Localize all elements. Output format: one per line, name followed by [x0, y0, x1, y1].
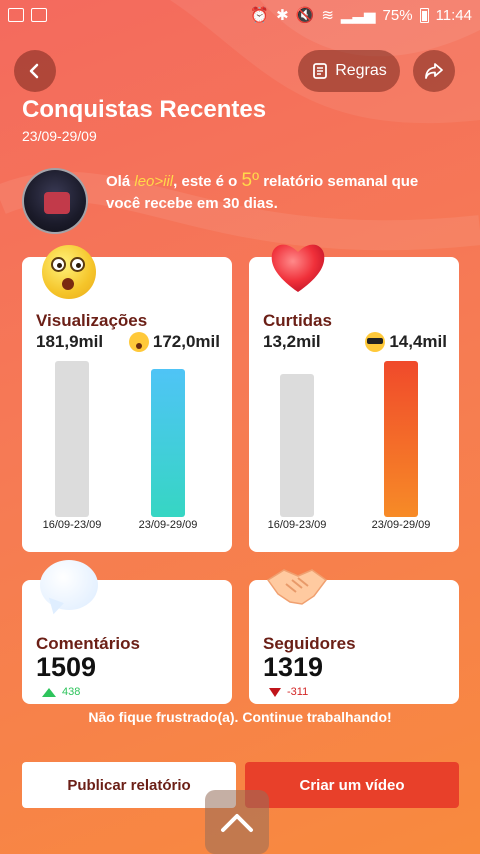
page-title: Conquistas Recentes: [22, 96, 267, 123]
date-range: 23/09-29/09: [22, 128, 97, 144]
avatar[interactable]: [22, 168, 88, 234]
status-bar: ⏰ ✱ 🔇 ≋ ▂▃▅ 75% 11:44: [0, 0, 480, 30]
likes-prev-label: 16/09-23/09: [267, 519, 327, 531]
rules-label: Regras: [335, 62, 387, 79]
gallery-notification-icon: [8, 8, 24, 22]
scroll-up-button[interactable]: [205, 790, 269, 854]
battery-percent: 75%: [382, 6, 413, 24]
surprised-face-icon: [42, 245, 96, 299]
create-video-button[interactable]: Criar um vídeo: [245, 762, 459, 808]
document-icon: [313, 63, 328, 79]
views-current-bar: [151, 369, 185, 517]
clock: 11:44: [435, 6, 472, 24]
followers-delta: -311: [269, 686, 308, 698]
down-arrow-icon: [269, 687, 281, 697]
intro-middle: , este é o: [173, 173, 242, 190]
intro-greeting: Olá: [106, 173, 135, 190]
comments-delta-value: 438: [62, 686, 81, 698]
chevron-left-icon: [29, 63, 39, 79]
handshake-icon: [266, 569, 328, 605]
report-ordinal: 5º: [241, 170, 260, 191]
views-current: 172,0mil: [152, 332, 220, 351]
likes-title: Curtidas: [263, 311, 332, 330]
likes-stats: 13,2mil 14,4mil: [263, 332, 447, 352]
comments-value: 1509: [36, 652, 97, 682]
followers-value: 1319: [263, 652, 324, 682]
share-arrow-icon: [425, 63, 443, 79]
intro-message: Olá leo>iil, este é o 5º relatório seman…: [106, 170, 456, 215]
views-card[interactable]: Visualizações 181,9mil 172,0mil 16/09-23…: [22, 257, 232, 552]
speech-bubble-icon: [40, 560, 98, 610]
likes-previous: 13,2mil: [263, 332, 321, 351]
shocked-emoji-icon: [128, 332, 149, 352]
chevron-up-icon: [221, 814, 253, 832]
up-arrow-icon: [42, 687, 56, 697]
views-cur-label: 23/09-29/09: [138, 519, 198, 531]
views-prev-label: 16/09-23/09: [42, 519, 102, 531]
motivation-message: Não fique frustrado(a). Continue trabalh…: [88, 709, 392, 725]
username: leo>iil: [134, 173, 174, 190]
likes-current-bar: [384, 361, 418, 517]
share-button[interactable]: [413, 50, 455, 92]
bluetooth-icon: ✱: [276, 7, 289, 24]
back-button[interactable]: [14, 50, 56, 92]
battery-icon: [419, 7, 429, 23]
heart-icon: [271, 244, 325, 292]
followers-title: Seguidores: [263, 634, 356, 653]
sunglasses-emoji-icon: [365, 332, 386, 352]
followers-delta-value: -311: [287, 686, 309, 698]
likes-card[interactable]: Curtidas 13,2mil 14,4mil 16/09-23/09 23/…: [249, 257, 459, 552]
comments-delta: 438: [42, 686, 80, 698]
likes-cur-label: 23/09-29/09: [371, 519, 431, 531]
comments-title: Comentários: [36, 634, 140, 653]
likes-current: 14,4mil: [389, 332, 447, 351]
views-title: Visualizações: [36, 311, 148, 330]
publish-report-button[interactable]: Publicar relatório: [22, 762, 236, 808]
views-stats: 181,9mil 172,0mil: [36, 332, 220, 352]
wifi-icon: ≋: [321, 7, 334, 24]
mute-icon: 🔇: [295, 7, 315, 24]
bluetooth-notification-icon: [31, 8, 47, 22]
signal-icon: ▂▃▅: [340, 7, 376, 24]
alarm-icon: ⏰: [250, 7, 270, 24]
views-previous: 181,9mil: [36, 332, 104, 351]
rules-button[interactable]: Regras: [298, 50, 400, 92]
views-previous-bar: [55, 361, 89, 517]
likes-previous-bar: [280, 374, 314, 517]
